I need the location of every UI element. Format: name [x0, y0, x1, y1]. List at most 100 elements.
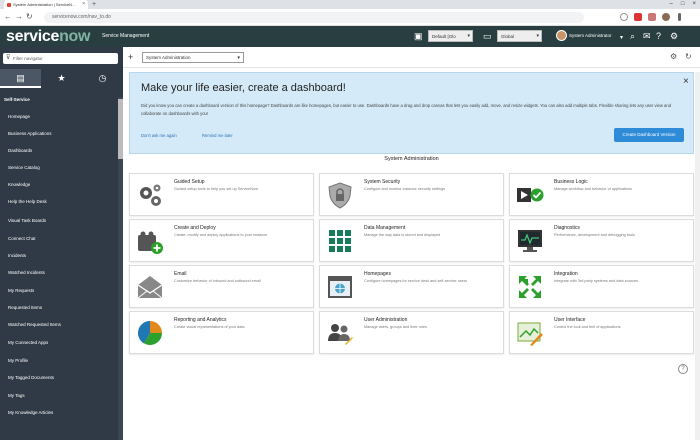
minimize-button[interactable]: – — [670, 0, 673, 9]
sidebar-item-help-the-help-desk[interactable]: Help the Help Desk — [8, 199, 47, 204]
user-menu-caret-icon[interactable]: ▾ — [620, 33, 623, 43]
navigator-tabs: ▤ ★ ◷ — [0, 69, 123, 88]
card-system-security[interactable]: System Security Configure and monitor in… — [319, 173, 504, 216]
sidebar-item-watched-incidents[interactable]: Watched Incidents — [8, 270, 45, 275]
filter-navigator-input[interactable]: ⊽ Filter navigator — [3, 53, 118, 64]
sidebar-item-connect-chat[interactable]: Connect Chat — [8, 236, 36, 241]
blocks-plus-icon — [138, 231, 163, 254]
card-description: Manage workflow and behavior of applicat… — [554, 187, 632, 191]
create-dashboard-button[interactable]: Create Dashboard Version — [614, 128, 684, 142]
close-window-button[interactable]: × — [692, 0, 696, 9]
dashboard-promo-banner: Make your life easier, create a dashboar… — [129, 72, 694, 154]
filter-placeholder: Filter navigator — [13, 56, 43, 61]
card-description: Integrate with 3rd party systems and dat… — [554, 279, 638, 283]
card-description: Configure homepages for service desk and… — [364, 279, 467, 283]
help-button[interactable]: ? — [678, 364, 688, 374]
back-button[interactable]: ← — [4, 12, 12, 22]
homepage-toolbar: + System Administration ⚙ ↻ — [123, 47, 700, 68]
update-set-select[interactable]: Default [Glo — [428, 30, 473, 42]
card-user-interface[interactable]: User Interface Control the look and feel… — [509, 311, 694, 354]
gear-icon[interactable]: ⚙ — [670, 31, 678, 41]
dont-ask-again-link[interactable]: Don't ask me again — [141, 133, 177, 138]
sidebar-item-service-catalog[interactable]: Service Catalog — [8, 165, 40, 170]
sidebar-item-my-profile[interactable]: My Profile — [8, 358, 28, 363]
forward-button[interactable]: → — [15, 12, 23, 22]
card-create-and-deploy[interactable]: Create and Deploy Create, modify and dep… — [129, 219, 314, 262]
app-header: servicenow Service Management ▣ Default … — [0, 26, 700, 47]
card-user-administration[interactable]: User Administration Manage users, groups… — [319, 311, 504, 354]
avatar[interactable] — [556, 30, 567, 41]
card-diagnostics[interactable]: Diagnostics Performance, development and… — [509, 219, 694, 262]
sidebar-item-incidents[interactable]: Incidents — [8, 253, 26, 258]
sidebar-item-my-connected-apps[interactable]: My Connected Apps — [8, 340, 48, 345]
tab-all-applications[interactable]: ▤ — [0, 69, 41, 88]
connect-chat-icon[interactable]: ✉ — [643, 31, 651, 41]
card-title: System Security — [364, 179, 401, 185]
sidebar-section-self-service[interactable]: Self-Service — [4, 97, 30, 102]
main-content: + System Administration ⚙ ↻ Make your li… — [123, 47, 700, 440]
sidebar-item-watched-requested-items[interactable]: Watched Requested Items — [8, 322, 61, 327]
card-description: Create, modify and deploy applications t… — [174, 233, 268, 237]
card-data-management[interactable]: Data Management Manage the way data is s… — [319, 219, 504, 262]
window-controls: – □ × — [670, 0, 696, 9]
sidebar-item-requested-items[interactable]: Requested Items — [8, 305, 42, 310]
browser-toolbar: ← → ↻ servicenow.com/nav_to.do — [0, 9, 700, 26]
card-guided-setup[interactable]: Guided Setup Guided setup tools to help … — [129, 173, 314, 216]
sidebar-item-homepage[interactable]: Homepage — [8, 114, 30, 119]
refresh-icon[interactable]: ↻ — [685, 52, 692, 62]
card-title: Guided Setup — [174, 179, 205, 185]
application-navigator: ⊽ Filter navigator ▤ ★ ◷ — [0, 47, 123, 440]
user-menu[interactable]: System Administrator — [569, 33, 612, 38]
sidebar-item-visual-task-boards[interactable]: Visual Task Boards — [8, 218, 46, 223]
sidebar-item-my-tagged-documents[interactable]: My Tagged Documents — [8, 375, 54, 380]
profile-icon[interactable] — [662, 13, 670, 21]
close-tab-icon[interactable]: × — [82, 1, 85, 7]
card-email[interactable]: Email Customize behavior of inbound and … — [129, 265, 314, 308]
gear-icon[interactable]: ⚙ — [670, 52, 677, 62]
chrome-menu-icon[interactable] — [678, 13, 681, 21]
add-content-button[interactable]: + — [128, 50, 133, 64]
search-icon[interactable]: ⌕ — [630, 31, 635, 41]
servicenow-logo[interactable]: servicenow — [6, 27, 90, 46]
banner-text: Did you know you can create a dashboard … — [141, 103, 672, 116]
pie-chart-icon — [137, 321, 162, 346]
help-icon[interactable]: ? — [656, 31, 661, 41]
bookmark-star-icon[interactable] — [620, 13, 628, 21]
sidebar-item-my-requests[interactable]: My Requests — [8, 288, 34, 293]
sidebar-item-knowledge[interactable]: Knowledge — [8, 182, 30, 187]
scope-select[interactable]: Global — [497, 30, 542, 42]
card-homepages[interactable]: Homepages Configure homepages for servic… — [319, 265, 504, 308]
envelope-icon — [137, 276, 163, 299]
homepage-select[interactable]: System Administration — [142, 52, 244, 63]
card-integration[interactable]: Integration Integrate with 3rd party sys… — [509, 265, 694, 308]
remind-later-link[interactable]: Remind me later — [202, 133, 233, 138]
main-scrollbar[interactable] — [695, 72, 700, 440]
close-icon[interactable]: × — [683, 76, 689, 87]
card-description: Manage users, groups and their roles — [364, 325, 427, 329]
tab-favorites[interactable]: ★ — [41, 69, 82, 88]
tab-history[interactable]: ◷ — [82, 69, 123, 88]
sidebar-item-my-knowledge-articles[interactable]: My Knowledge Articles — [8, 410, 53, 415]
card-business-logic[interactable]: Business Logic Manage workflow and behav… — [509, 173, 694, 216]
card-title: User Interface — [554, 317, 586, 323]
gears-icon — [140, 184, 161, 206]
address-bar[interactable]: servicenow.com/nav_to.do — [44, 12, 584, 23]
extension-icon[interactable] — [634, 13, 642, 21]
sidebar-item-my-tags[interactable]: My Tags — [8, 393, 25, 398]
browser-icon — [328, 276, 352, 298]
sidebar-item-business-applications[interactable]: Business Applications — [8, 131, 52, 136]
browser-tab[interactable]: System Administration | ServiceN… × — [4, 0, 88, 9]
card-reporting-and-analytics[interactable]: Reporting and Analytics Create visual re… — [129, 311, 314, 354]
play-check-icon — [517, 188, 544, 202]
update-set-icon[interactable]: ▣ — [414, 31, 423, 41]
maximize-button[interactable]: □ — [681, 0, 685, 9]
arrows-icon — [519, 276, 541, 298]
logo-text-service: service — [6, 28, 60, 45]
new-tab-button[interactable]: + — [92, 0, 96, 9]
card-title: Reporting and Analytics — [174, 317, 227, 323]
sidebar-item-dashboards[interactable]: Dashboards — [8, 148, 32, 153]
reload-button[interactable]: ↻ — [26, 12, 33, 22]
card-title: User Administration — [364, 317, 408, 323]
extension-icon-2[interactable] — [648, 13, 656, 21]
scope-icon[interactable]: ▭ — [483, 31, 492, 41]
